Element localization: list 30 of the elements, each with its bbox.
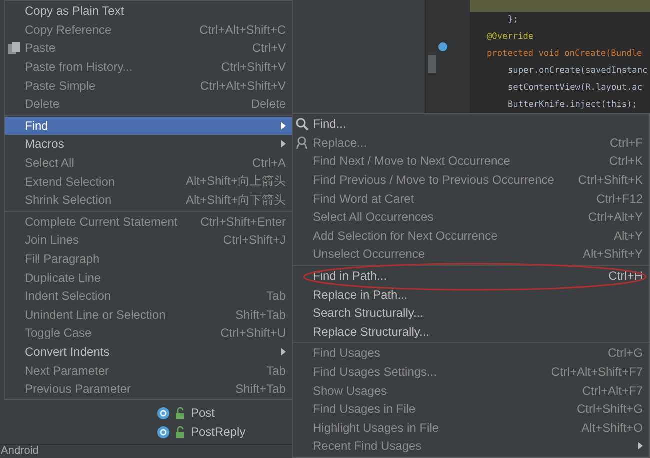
menu-item[interactable]: Find in Path... Ctrl+H [293,266,649,286]
submenu-item[interactable]: Find [5,116,292,136]
class-icon [157,426,170,438]
code-line: super.onCreate(savedInstanc [508,65,648,78]
search-icon [295,117,309,131]
tree-item-label[interactable]: Post [191,406,216,420]
code-line: @Override [487,31,534,44]
lock-icon [174,426,187,438]
menu-item[interactable]: Replace in Path... [293,285,649,304]
class-icon [157,406,170,420]
code-line: setContentView(R.layout.ac [508,82,643,95]
submenu-item[interactable]: Convert Indents [5,342,292,362]
submenu-arrow-icon [638,442,643,450]
menu-item[interactable]: Find... [293,115,649,134]
code-line: ButterKnife.inject(this); [508,99,638,112]
scrollbar-thumb[interactable] [428,55,436,73]
lock-icon [174,406,187,420]
submenu-arrow-icon [281,348,286,356]
replace-icon [295,136,309,150]
tree-item-label[interactable]: PostReply [191,425,246,439]
menu-item[interactable]: Copy as Plain Text [5,2,292,21]
submenu-arrow-icon [281,122,286,130]
code-line: }; [508,14,518,27]
clipboard-icon [7,41,21,56]
override-marker-icon [438,40,448,52]
menu-item[interactable]: Search Structurally... [293,304,649,323]
code-line: protected void onCreate(Bundle [487,48,642,61]
menu-item[interactable]: Replace Structurally... [293,322,649,342]
submenu-arrow-icon [281,140,286,148]
submenu-item[interactable]: Macros [5,135,292,154]
